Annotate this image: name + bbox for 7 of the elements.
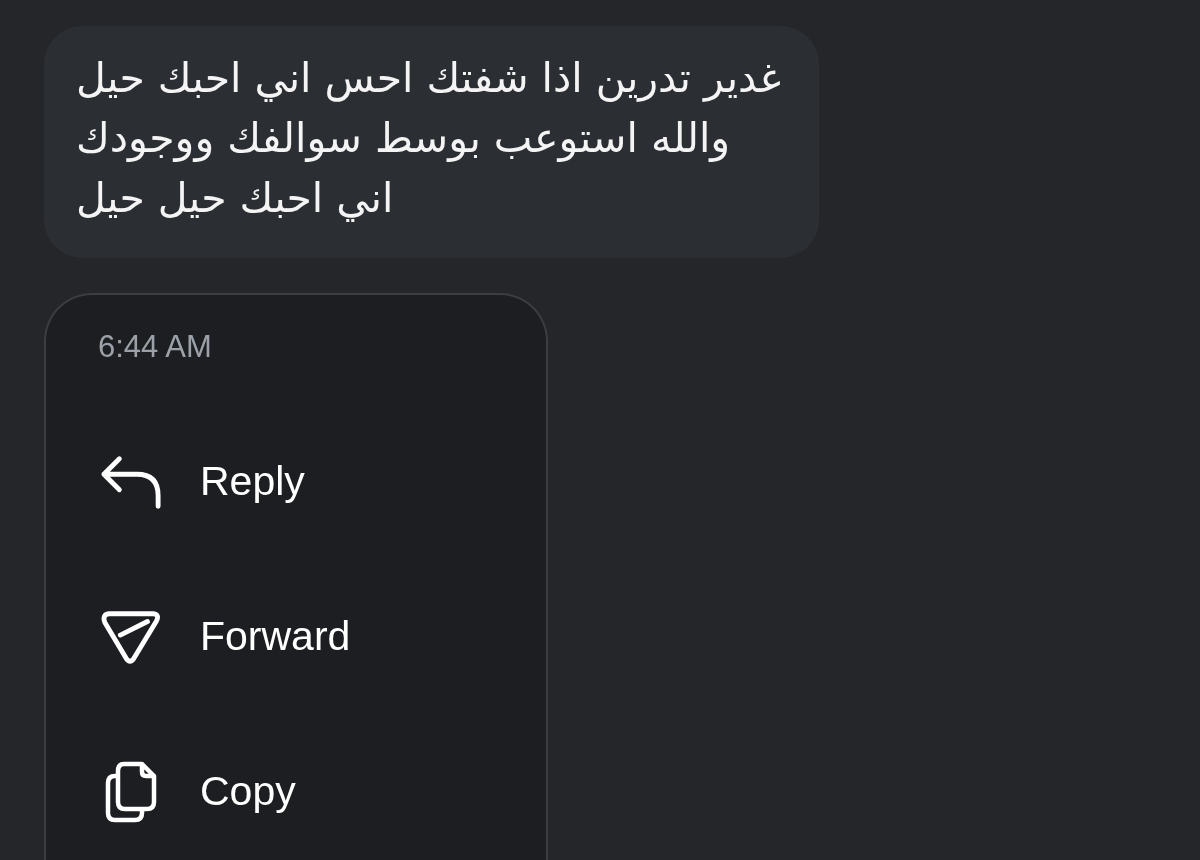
message-bubble: غدير تدرين اذا شفتك احس اني احبك حيل والله استوعب بوسط سوالفك ووجودك اني احبك حيل حيل	[44, 26, 820, 258]
menu-item[interactable]: Reply	[98, 404, 305, 559]
message-time: 6:44 AM	[98, 329, 212, 365]
menu-item[interactable]: Copy	[98, 714, 296, 860]
reply-arrow-icon	[100, 453, 162, 510]
menu-item[interactable]: Forward	[98, 559, 351, 714]
copy-icon	[105, 760, 157, 823]
